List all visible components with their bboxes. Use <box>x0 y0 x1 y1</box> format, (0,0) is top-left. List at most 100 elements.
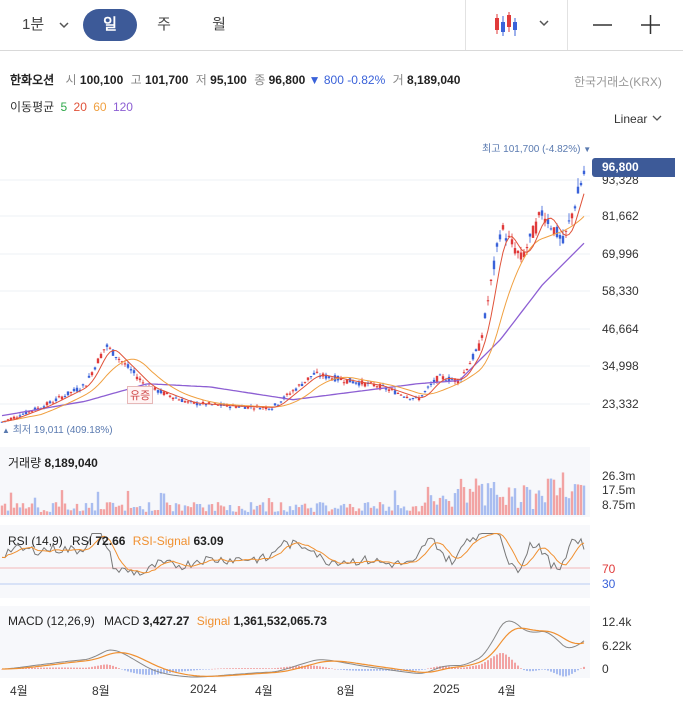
volume-bar <box>0 505 4 515</box>
volume-bar <box>423 502 427 515</box>
macd-signal-line <box>2 627 585 677</box>
interval-select[interactable]: 1분 <box>14 9 72 41</box>
candle-body <box>342 382 346 384</box>
macd-hist-bar <box>217 668 219 670</box>
triangle-down-icon: ▼ <box>583 145 592 154</box>
candle-body <box>405 396 409 399</box>
volume-bar <box>147 502 151 515</box>
macd-hist-bar <box>478 664 480 669</box>
volume-bar <box>201 507 205 515</box>
volume-bar <box>351 507 355 515</box>
scale-select[interactable]: Linear <box>614 112 663 126</box>
volume-value: 8,189,040 <box>407 73 461 87</box>
macd-hist-bar <box>262 668 264 669</box>
volume-bar <box>258 504 262 515</box>
candle-body <box>54 398 58 402</box>
macd-label: MACD <box>104 614 140 628</box>
volume-bar <box>267 498 271 515</box>
volume-bar <box>555 495 559 515</box>
candle-body <box>477 343 481 351</box>
candle-body <box>48 401 52 404</box>
chart-toolbar: 1분 일 주 월 <box>0 0 683 51</box>
zoom-in-button[interactable] <box>638 12 664 38</box>
ma-20: 20 <box>73 100 87 114</box>
macd-hist-bar <box>505 654 507 669</box>
volume-bar <box>21 503 25 515</box>
price-panel[interactable]: 최고 101,700 (-4.82%) ▼ ▲ 최저 19,011 (409.1… <box>0 140 683 442</box>
y-tick: 81,662 <box>602 209 639 223</box>
volume-bar <box>363 502 367 515</box>
open-label: 시 <box>65 73 77 87</box>
volume-bar <box>6 510 10 515</box>
macd-hist-bar <box>583 666 585 669</box>
volume-bar <box>501 496 505 515</box>
low-marker: ▲ 최저 19,011 (409.18%) <box>2 421 113 436</box>
volume-bar <box>111 502 115 515</box>
macd-hist-bar <box>337 669 339 670</box>
macd-value: 3,427.27 <box>142 614 190 628</box>
macd-hist-bar <box>580 668 582 670</box>
candle-body <box>483 313 487 319</box>
macd-hist-bar <box>91 666 93 669</box>
tab-month[interactable]: 월 <box>200 9 238 41</box>
zoom-out-button[interactable] <box>590 12 616 38</box>
candle-body <box>171 397 175 400</box>
volume-bar <box>36 507 40 515</box>
macd-hist-bar <box>472 665 474 669</box>
macd-hist-bar <box>526 669 528 671</box>
macd-hist-bar <box>250 668 252 669</box>
macd-hist-bar <box>133 669 135 674</box>
volume-bar <box>102 509 106 515</box>
candle-body <box>429 383 433 385</box>
chevron-down-icon <box>651 112 663 126</box>
volume-bar <box>324 505 328 515</box>
volume-bar <box>444 499 448 515</box>
candle-body <box>354 382 358 384</box>
volume-legend: 거래량 8,189,040 <box>8 454 98 471</box>
volume-bar <box>459 478 463 515</box>
macd-hist-bar <box>457 667 459 669</box>
volume-bar <box>489 488 493 515</box>
macd-hist-bar <box>424 669 426 670</box>
volume-bar <box>492 481 496 515</box>
macd-hist-bar <box>268 668 270 669</box>
volume-bar <box>39 511 43 515</box>
volume-bar <box>63 503 67 515</box>
candle-body <box>183 401 187 403</box>
volume-bar <box>360 510 364 515</box>
volume-bar <box>567 498 571 515</box>
chevron-down-icon <box>538 10 550 45</box>
volume-bar <box>513 488 517 515</box>
candle-body <box>129 369 133 371</box>
macd-hist-bar <box>367 669 369 671</box>
volume-bar <box>129 507 133 515</box>
macd-histogram <box>1 653 585 677</box>
candles <box>0 165 586 423</box>
volume-bar <box>24 508 28 515</box>
volume-bar <box>471 491 475 515</box>
event-tag[interactable]: 유증 <box>127 386 154 404</box>
volume-bar <box>276 511 280 515</box>
volume-bar <box>576 484 580 515</box>
macd-hist-bar <box>94 666 96 669</box>
current-price-tag: 96,800 <box>592 158 675 177</box>
macd-hist-bar <box>139 669 141 675</box>
candle-body <box>537 212 541 216</box>
chart-type-button[interactable] <box>488 10 558 40</box>
candle-body <box>126 364 130 368</box>
candle-body <box>135 376 139 380</box>
candle-body <box>72 388 76 392</box>
volume-bar <box>429 495 433 515</box>
tab-week[interactable]: 주 <box>145 9 183 41</box>
volume-bar <box>195 504 199 515</box>
volume-bar <box>54 502 58 515</box>
macd-hist-bar <box>493 656 495 669</box>
tab-day[interactable]: 일 <box>83 9 137 41</box>
rsi-panel-label: RSI (14,9) <box>8 534 63 548</box>
candle-body <box>495 243 499 247</box>
macd-hist-bar <box>76 667 78 669</box>
macd-hist-bar <box>469 666 471 669</box>
macd-hist-bar <box>55 667 57 669</box>
volume-bar <box>447 500 451 515</box>
candle-body <box>186 401 190 403</box>
